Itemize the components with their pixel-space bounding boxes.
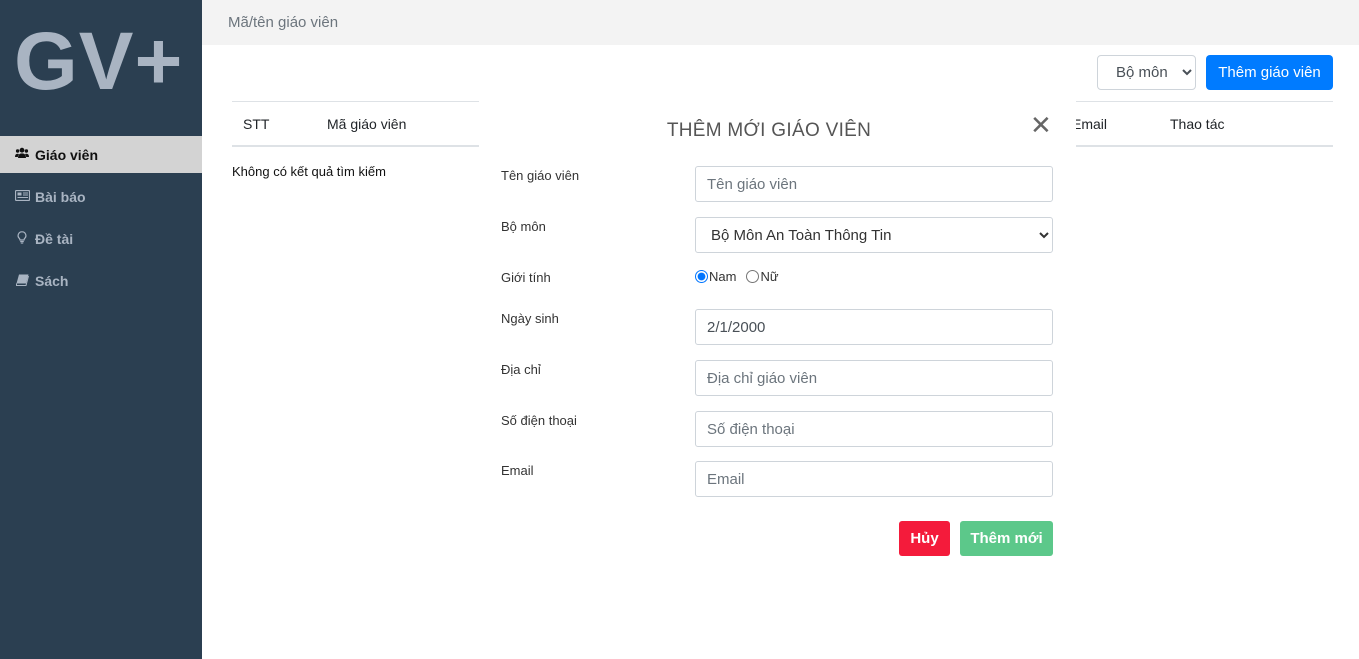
top-search-bar (202, 0, 1359, 45)
gender-female-radio[interactable] (746, 270, 760, 283)
add-teacher-button[interactable]: Thêm giáo viên (1206, 55, 1333, 90)
sidebar-item-label: Giáo viên (35, 146, 99, 163)
app-logo: GV+ (14, 16, 184, 107)
add-teacher-modal: THÊM MỚI GIÁO VIÊN ✕ Tên giáo viên Bộ mô… (479, 90, 1076, 563)
sidebar-item-label: Đề tài (35, 231, 74, 247)
email-input[interactable] (695, 461, 1053, 497)
phone-label: Số điện thoại (501, 413, 577, 428)
newspaper-icon (13, 189, 31, 204)
teacher-name-input[interactable] (695, 166, 1053, 202)
department-select[interactable]: Bộ Môn An Toàn Thông Tin (695, 217, 1053, 253)
phone-input[interactable] (695, 411, 1053, 447)
department-label: Bộ môn (501, 219, 546, 234)
address-input[interactable] (695, 360, 1053, 396)
search-input[interactable] (228, 11, 728, 33)
sidebar-item-books[interactable]: Sách (0, 260, 202, 302)
users-icon (13, 147, 31, 162)
submit-button[interactable]: Thêm mới (960, 521, 1053, 556)
column-header-email: Email (1072, 116, 1108, 132)
column-header-teacher-id: Mã giáo viên (327, 116, 407, 132)
name-label: Tên giáo viên (501, 168, 580, 183)
sidebar-item-topics[interactable]: Đề tài (0, 218, 202, 260)
gender-male-label[interactable]: Nam (709, 269, 736, 284)
cancel-button[interactable]: Hủy (899, 521, 950, 556)
gender-female-label[interactable]: Nữ (760, 269, 778, 284)
sidebar-item-papers[interactable]: Bài báo (0, 176, 202, 218)
birthday-label: Ngày sinh (501, 311, 559, 326)
gender-male-radio[interactable] (695, 270, 708, 283)
gender-radio-group: Nam Nữ (695, 269, 789, 284)
modal-title: THÊM MỚI GIÁO VIÊN (666, 120, 872, 141)
empty-result-message: Không có kết quả tìm kiếm (232, 164, 386, 179)
sidebar-item-teachers[interactable]: Giáo viên (0, 136, 202, 173)
lightbulb-icon (13, 231, 31, 247)
email-label: Email (501, 463, 534, 478)
column-header-actions: Thao tác (1170, 116, 1225, 132)
sidebar: GV+ Giáo viên Bài báo Đề tài Sách (0, 0, 202, 659)
gender-label: Giới tính (501, 270, 551, 285)
sidebar-nav: Giáo viên Bài báo Đề tài Sách (0, 136, 202, 302)
column-header-stt: STT (243, 116, 270, 132)
sidebar-item-label: Bài báo (35, 189, 86, 205)
address-label: Địa chỉ (501, 362, 541, 377)
close-icon[interactable]: ✕ (1030, 112, 1052, 138)
sidebar-item-label: Sách (35, 273, 69, 289)
birthday-input[interactable] (695, 309, 1053, 345)
book-icon (13, 274, 31, 289)
department-filter-select[interactable]: Bộ môn (1097, 55, 1196, 90)
